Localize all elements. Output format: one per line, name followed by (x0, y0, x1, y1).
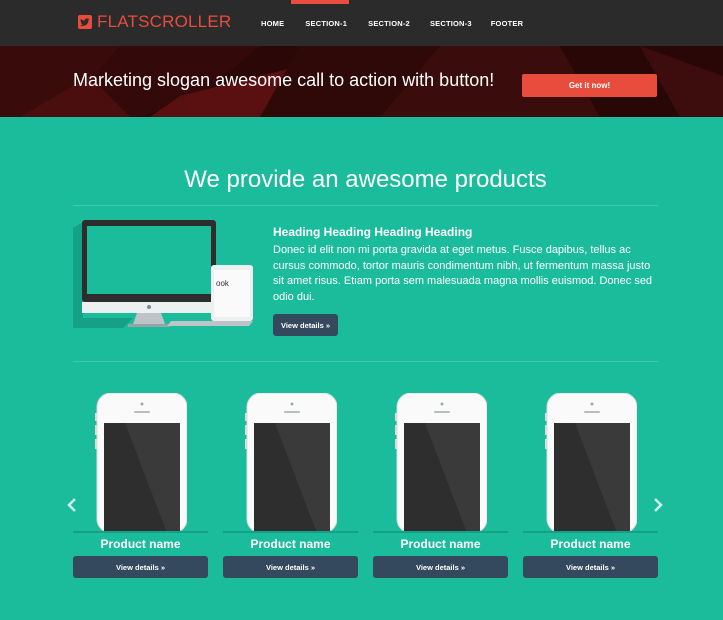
chevron-right-icon[interactable] (652, 497, 664, 513)
product-name: Product name (250, 537, 331, 551)
product-view-details-button[interactable]: View details » (373, 556, 508, 578)
hero-banner: Marketing slogan awesome call to action … (0, 46, 723, 117)
nav-links: HOME SECTION-1 SECTION-2 SECTION-3 FOOTE… (261, 19, 543, 28)
phone-image (395, 393, 487, 533)
product-divider (223, 531, 358, 533)
product-divider (373, 531, 508, 533)
brand-logo[interactable]: FLATSCROLLER (78, 12, 231, 32)
nav-home[interactable]: HOME (261, 19, 284, 28)
feature-text: Donec id elit non mi porta gravida at eg… (273, 244, 653, 303)
nav-section-2[interactable]: SECTION-2 (368, 19, 410, 28)
get-it-now-button[interactable]: Get it now! (522, 74, 657, 97)
phone-image (545, 393, 637, 533)
feature-heading: Heading Heading Heading Heading (273, 225, 473, 239)
product-divider (73, 531, 208, 533)
product-view-details-button[interactable]: View details » (223, 556, 358, 578)
divider-middle (73, 361, 658, 362)
feature-view-details-button[interactable]: View details » (273, 314, 338, 336)
brand-name: FLATSCROLLER (97, 12, 232, 31)
product-name: Product name (550, 537, 631, 551)
chevron-left-icon[interactable] (66, 497, 78, 513)
nav-footer[interactable]: FOOTER (491, 19, 523, 28)
phone-image (95, 393, 187, 533)
phone-image (245, 393, 337, 533)
product-name: Product name (100, 537, 181, 551)
divider-top (73, 205, 658, 206)
twitter-icon (78, 15, 92, 29)
hero-slogan: Marketing slogan awesome call to action … (73, 70, 495, 90)
section-title: We provide an awesome products (184, 166, 547, 193)
product-divider (523, 531, 658, 533)
svg-text:ook: ook (216, 279, 230, 288)
product-view-details-button[interactable]: View details » (523, 556, 658, 578)
navbar: FLATSCROLLER HOME SECTION-1 SECTION-2 SE… (0, 0, 723, 46)
nav-section-1[interactable]: SECTION-1 (305, 19, 347, 28)
product-view-details-button[interactable]: View details » (73, 556, 208, 578)
product-name: Product name (400, 537, 481, 551)
nav-section-3[interactable]: SECTION-3 (430, 19, 472, 28)
devices-illustration: ook (73, 220, 253, 328)
active-nav-indicator (291, 0, 349, 4)
